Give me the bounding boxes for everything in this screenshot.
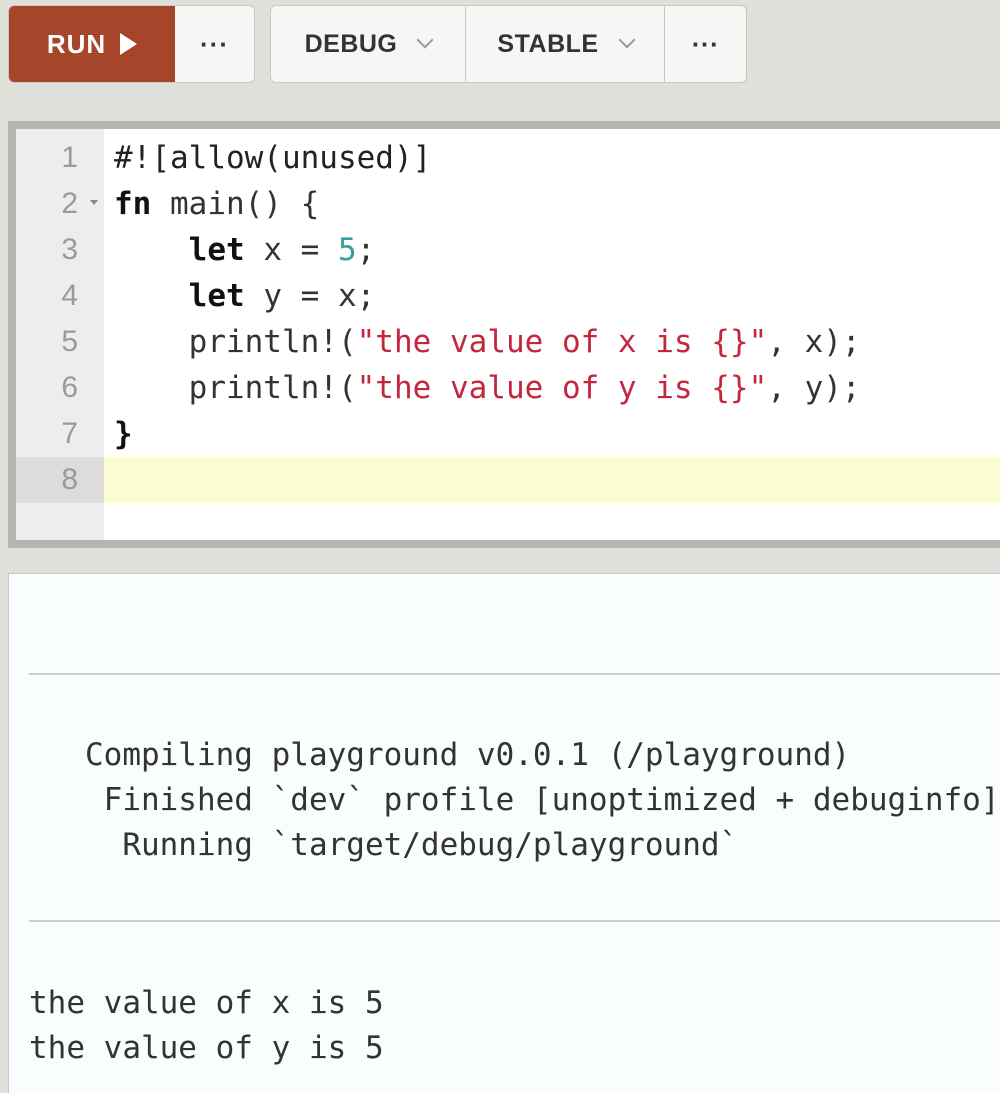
code-area[interactable]: #![allow(unused)] fn main() { let x = 5; …	[104, 129, 1000, 540]
code-line[interactable]: println!("the value of y is {}", y);	[104, 365, 1000, 411]
code-token: let	[188, 278, 245, 314]
stdout-line: the value of x is 5	[29, 985, 384, 1021]
fold-arrow-icon[interactable]	[90, 200, 98, 205]
chevron-down-icon	[618, 31, 636, 49]
output-separator	[29, 673, 1000, 675]
run-more-button[interactable]: ···	[175, 6, 254, 82]
stderr-line: Compiling playground v0.0.1 (/playground…	[29, 737, 851, 773]
build-mode-dropdown[interactable]: DEBUG	[271, 6, 466, 82]
code-token: y = x;	[244, 278, 376, 314]
code-token: println!(	[114, 370, 357, 406]
code-editor[interactable]: 1 2 3 4 5 6 7 8 #![allow(unused)] fn main() { le…	[8, 121, 1000, 548]
code-token: fn	[114, 186, 152, 222]
code-token: , x);	[767, 324, 861, 360]
line-number: 6	[61, 371, 78, 404]
chevron-down-icon	[416, 31, 434, 49]
stderr-line: Finished `dev` profile [unoptimized + de…	[103, 782, 1000, 818]
ellipsis-icon: ···	[200, 28, 229, 59]
toolbar: RUN ··· DEBUG STABLE ···	[0, 0, 1000, 92]
code-token: "the value of x is {}"	[356, 324, 768, 360]
line-number: 7	[61, 417, 78, 450]
line-number: 3	[61, 233, 78, 266]
line-number: 2	[16, 181, 104, 227]
code-line[interactable]: }	[104, 411, 1000, 457]
channel-dropdown[interactable]: STABLE	[466, 6, 665, 82]
code-line[interactable]: let x = 5;	[104, 227, 1000, 273]
channel-label: STABLE	[497, 29, 599, 58]
code-token: println!(	[114, 324, 357, 360]
code-line[interactable]: #![allow(unused)]	[104, 135, 1000, 181]
build-mode-label: DEBUG	[304, 29, 398, 58]
code-token: #![allow(unused)]	[114, 140, 432, 176]
output-separator	[29, 920, 1000, 922]
code-line[interactable]: println!("the value of x is {}", x);	[104, 319, 1000, 365]
code-line[interactable]: let y = x;	[104, 273, 1000, 319]
stderr-line: Running `target/debug/playground`	[29, 827, 739, 863]
stdout-line: the value of y is 5	[29, 1030, 384, 1066]
line-number-gutter: 1 2 3 4 5 6 7 8	[16, 129, 104, 540]
output-panel: Compiling playground v0.0.1 (/playground…	[8, 573, 1000, 1093]
code-token: let	[188, 232, 245, 268]
line-number: 5	[61, 325, 78, 358]
code-line[interactable]: fn main() {	[104, 181, 1000, 227]
code-token: 5	[337, 232, 357, 268]
code-token: ;	[356, 232, 376, 268]
line-number: 1	[61, 141, 78, 174]
run-button[interactable]: RUN	[9, 6, 175, 82]
code-token: "the value of y is {}"	[356, 370, 768, 406]
config-button-group: DEBUG STABLE ···	[270, 5, 747, 83]
run-button-group: RUN ···	[8, 5, 255, 83]
play-icon	[120, 33, 138, 55]
code-token: x =	[244, 232, 338, 268]
code-token: , y);	[767, 370, 861, 406]
config-more-button[interactable]: ···	[665, 6, 746, 82]
code-line[interactable]	[104, 457, 1000, 503]
code-token: main() {	[151, 186, 320, 222]
ellipsis-icon: ···	[691, 28, 720, 59]
line-number: 8	[16, 457, 104, 503]
line-number: 4	[61, 279, 78, 312]
code-token: }	[114, 416, 133, 452]
run-button-label: RUN	[46, 28, 107, 59]
